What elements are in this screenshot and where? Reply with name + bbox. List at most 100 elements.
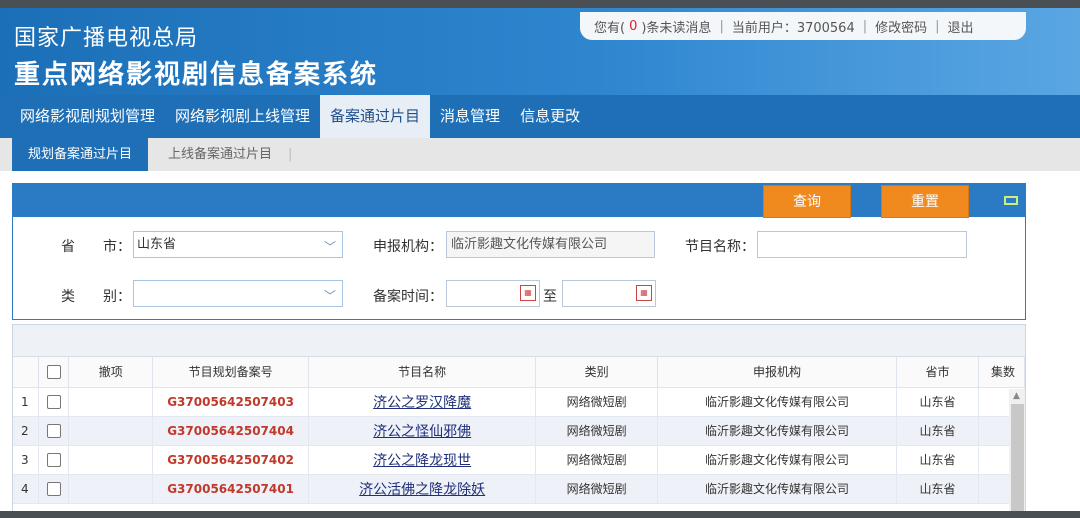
sub-nav: 规划备案通过片目 上线备案通过片目 | xyxy=(0,138,1080,171)
userbar-separator: | xyxy=(935,18,940,34)
row-checkbox-cell xyxy=(38,474,70,504)
filing-code: G37005642507404 xyxy=(152,416,310,446)
column-header: 集数 xyxy=(978,357,1025,388)
unread-prefix: 您有( xyxy=(594,20,626,36)
filing-date-label: 备案时间： xyxy=(373,289,443,305)
program-name-link[interactable]: 济公活佛之降龙除妖 xyxy=(308,474,537,504)
nav-item-info-change[interactable]: 信息更改 xyxy=(510,95,590,138)
row-checkbox[interactable] xyxy=(46,481,61,496)
unread-count[interactable]: 0 xyxy=(629,19,637,34)
nav-item-online[interactable]: 网络影视剧上线管理 xyxy=(165,95,320,138)
table-row[interactable]: 1 G37005642507403 济公之罗汉降魔 网络微短剧 临沂影趣文化传媒… xyxy=(13,387,1025,417)
rownum-header xyxy=(13,357,40,388)
row-checkbox-cell xyxy=(38,445,70,475)
screen-top-border xyxy=(0,0,1080,8)
category-select[interactable]: ﹀ xyxy=(133,280,343,307)
nav-item-messages[interactable]: 消息管理 xyxy=(430,95,510,138)
province-cell: 山东省 xyxy=(896,416,979,446)
date-to-label: 至 xyxy=(543,289,557,305)
program-name-link[interactable]: 济公之降龙现世 xyxy=(308,445,537,475)
category-cell: 网络微短剧 xyxy=(535,474,658,504)
query-button[interactable]: 查询 xyxy=(763,185,851,218)
date-from-input[interactable]: ▦ xyxy=(446,280,540,307)
screen-bottom-border xyxy=(0,511,1080,518)
search-panel: 查询 重置 省 市： 山东省 ﹀ 申报机构： 临沂影趣文化传媒有限公司 节目名称… xyxy=(12,183,1026,320)
filing-code: G37005642507402 xyxy=(152,445,310,475)
row-checkbox[interactable] xyxy=(46,423,61,438)
org-cell: 临沂影趣文化传媒有限公司 xyxy=(657,474,898,504)
province-cell: 山东省 xyxy=(896,445,979,475)
collapse-icon[interactable] xyxy=(1004,196,1018,205)
table-row[interactable]: 2 G37005642507404 济公之怪仙邪佛 网络微短剧 临沂影趣文化传媒… xyxy=(13,416,1025,446)
withdraw-cell xyxy=(68,445,154,475)
row-checkbox-cell xyxy=(38,387,70,417)
row-number: 3 xyxy=(13,445,40,475)
province-label: 省 市： xyxy=(61,239,131,255)
subnav-divider: | xyxy=(288,147,293,162)
category-cell: 网络微短剧 xyxy=(535,445,658,475)
row-number: 1 xyxy=(13,387,40,417)
calendar-icon[interactable]: ▦ xyxy=(520,285,536,301)
withdraw-cell xyxy=(68,474,154,504)
system-title: 重点网络影视剧信息备案系统 xyxy=(14,60,379,90)
vertical-scrollbar[interactable]: ▲ xyxy=(1009,389,1025,513)
calendar-icon[interactable]: ▦ xyxy=(636,285,652,301)
nav-item-planning[interactable]: 网络影视剧规划管理 xyxy=(0,95,165,138)
province-cell: 山东省 xyxy=(896,387,979,417)
app-window: 国家广播电视总局 重点网络影视剧信息备案系统 您有( 0 )条未读消息 | 当前… xyxy=(0,0,1080,518)
province-cell: 山东省 xyxy=(896,474,979,504)
program-name-label: 节目名称： xyxy=(685,239,755,255)
row-number: 4 xyxy=(13,474,40,504)
change-password-link[interactable]: 修改密码 xyxy=(875,17,927,36)
row-number: 2 xyxy=(13,416,40,446)
withdraw-cell xyxy=(68,387,154,417)
userbar-separator: | xyxy=(862,18,868,34)
results-table: 撤项 节目规划备案号 节目名称 类别 申报机构 省市 集数 1 G3700564… xyxy=(13,357,1025,504)
org-cell: 临沂影趣文化传媒有限公司 xyxy=(657,387,898,417)
category-cell: 网络微短剧 xyxy=(535,416,658,446)
column-header: 节目规划备案号 xyxy=(152,357,310,388)
date-to-input[interactable]: ▦ xyxy=(562,280,656,307)
column-header: 申报机构 xyxy=(657,357,898,388)
reset-button[interactable]: 重置 xyxy=(881,185,969,218)
org-label: 申报机构： xyxy=(373,239,443,255)
withdraw-cell xyxy=(68,416,154,446)
program-name-link[interactable]: 济公之怪仙邪佛 xyxy=(308,416,537,446)
nav-item-approved-titles[interactable]: 备案通过片目 xyxy=(320,95,431,138)
program-name-input[interactable] xyxy=(757,231,967,258)
row-checkbox[interactable] xyxy=(46,394,61,409)
grid-toolbar xyxy=(13,325,1025,357)
tab-online-approved[interactable]: 上线备案通过片目 xyxy=(148,138,288,171)
table-row[interactable]: 4 G37005642507401 济公活佛之降龙除妖 网络微短剧 临沂影趣文化… xyxy=(13,474,1025,504)
column-header: 类别 xyxy=(535,357,658,388)
category-label: 类 别： xyxy=(61,289,131,305)
scroll-up-icon[interactable]: ▲ xyxy=(1013,391,1020,401)
table-row[interactable]: 3 G37005642507402 济公之降龙现世 网络微短剧 临沂影趣文化传媒… xyxy=(13,445,1025,475)
row-checkbox-cell xyxy=(38,416,70,446)
org-field[interactable]: 临沂影趣文化传媒有限公司 xyxy=(446,231,655,258)
org-cell: 临沂影趣文化传媒有限公司 xyxy=(657,445,898,475)
scrollbar-thumb[interactable] xyxy=(1011,404,1024,513)
filing-code: G37005642507403 xyxy=(152,387,310,417)
province-select[interactable]: 山东省 ﹀ xyxy=(133,231,343,258)
results-grid: 撤项 节目规划备案号 节目名称 类别 申报机构 省市 集数 1 G3700564… xyxy=(12,324,1026,514)
logout-link[interactable]: 退出 xyxy=(948,17,974,36)
province-value: 山东省 xyxy=(137,237,177,252)
org-cell: 临沂影趣文化传媒有限公司 xyxy=(657,416,898,446)
tab-planning-approved[interactable]: 规划备案通过片目 xyxy=(12,138,149,171)
column-header: 撤项 xyxy=(68,357,154,388)
row-checkbox[interactable] xyxy=(46,452,61,467)
chevron-down-icon: ﹀ xyxy=(323,240,336,254)
select-all-checkbox[interactable] xyxy=(46,365,61,379)
agency-title: 国家广播电视总局 xyxy=(14,26,199,51)
program-name-link[interactable]: 济公之罗汉降魔 xyxy=(308,387,537,417)
search-panel-header: 查询 重置 xyxy=(13,184,1025,218)
unread-suffix: )条未读消息 xyxy=(641,20,712,36)
header-banner: 国家广播电视总局 重点网络影视剧信息备案系统 您有( 0 )条未读消息 | 当前… xyxy=(0,8,1080,95)
current-user: 当前用户：3700564 xyxy=(731,20,855,36)
user-info-bar: 您有( 0 )条未读消息 | 当前用户：3700564 | 修改密码 | 退出 xyxy=(580,12,1026,40)
column-header: 省市 xyxy=(896,357,979,388)
chevron-down-icon: ﹀ xyxy=(323,289,336,303)
category-cell: 网络微短剧 xyxy=(535,387,658,417)
filing-code: G37005642507401 xyxy=(152,474,310,504)
